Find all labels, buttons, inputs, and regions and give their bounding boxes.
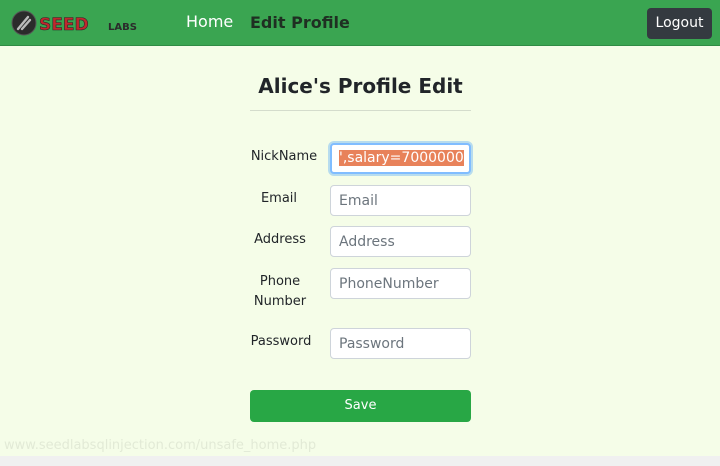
- status-bar-url: www.seedlabsqlinjection.com/unsafe_home.…: [4, 438, 317, 453]
- nickname-selected-value: ',salary=7000000: [339, 150, 464, 166]
- nickname-label: NickName: [250, 149, 318, 164]
- page: SEED LABS Home Edit Profile Logout Alice…: [0, 0, 720, 466]
- nav-home-link[interactable]: Home: [186, 12, 233, 31]
- nav-edit-profile-link[interactable]: Edit Profile: [250, 13, 350, 32]
- phone-label-line1: Phone: [259, 274, 301, 289]
- password-label: Password: [250, 334, 312, 349]
- bottom-strip: [0, 456, 720, 466]
- save-button[interactable]: Save: [250, 390, 471, 422]
- email-label: Email: [260, 191, 298, 206]
- logout-button[interactable]: Logout: [647, 8, 712, 39]
- svg-text:SEED: SEED: [39, 15, 89, 35]
- svg-text:LABS: LABS: [108, 22, 137, 33]
- title-divider: [250, 110, 471, 111]
- phone-label-line2: Number: [253, 294, 307, 309]
- nickname-input[interactable]: ',salary=7000000: [330, 143, 471, 174]
- address-label: Address: [254, 232, 306, 247]
- address-input[interactable]: [330, 226, 471, 257]
- navbar: SEED LABS Home Edit Profile Logout: [0, 0, 720, 46]
- password-input[interactable]: [330, 328, 471, 359]
- email-input[interactable]: [330, 185, 471, 216]
- seedlabs-logo[interactable]: SEED LABS: [10, 9, 142, 37]
- page-title: Alice's Profile Edit: [258, 74, 463, 98]
- phone-label: Phone Number: [248, 272, 312, 312]
- phone-input[interactable]: [330, 268, 471, 299]
